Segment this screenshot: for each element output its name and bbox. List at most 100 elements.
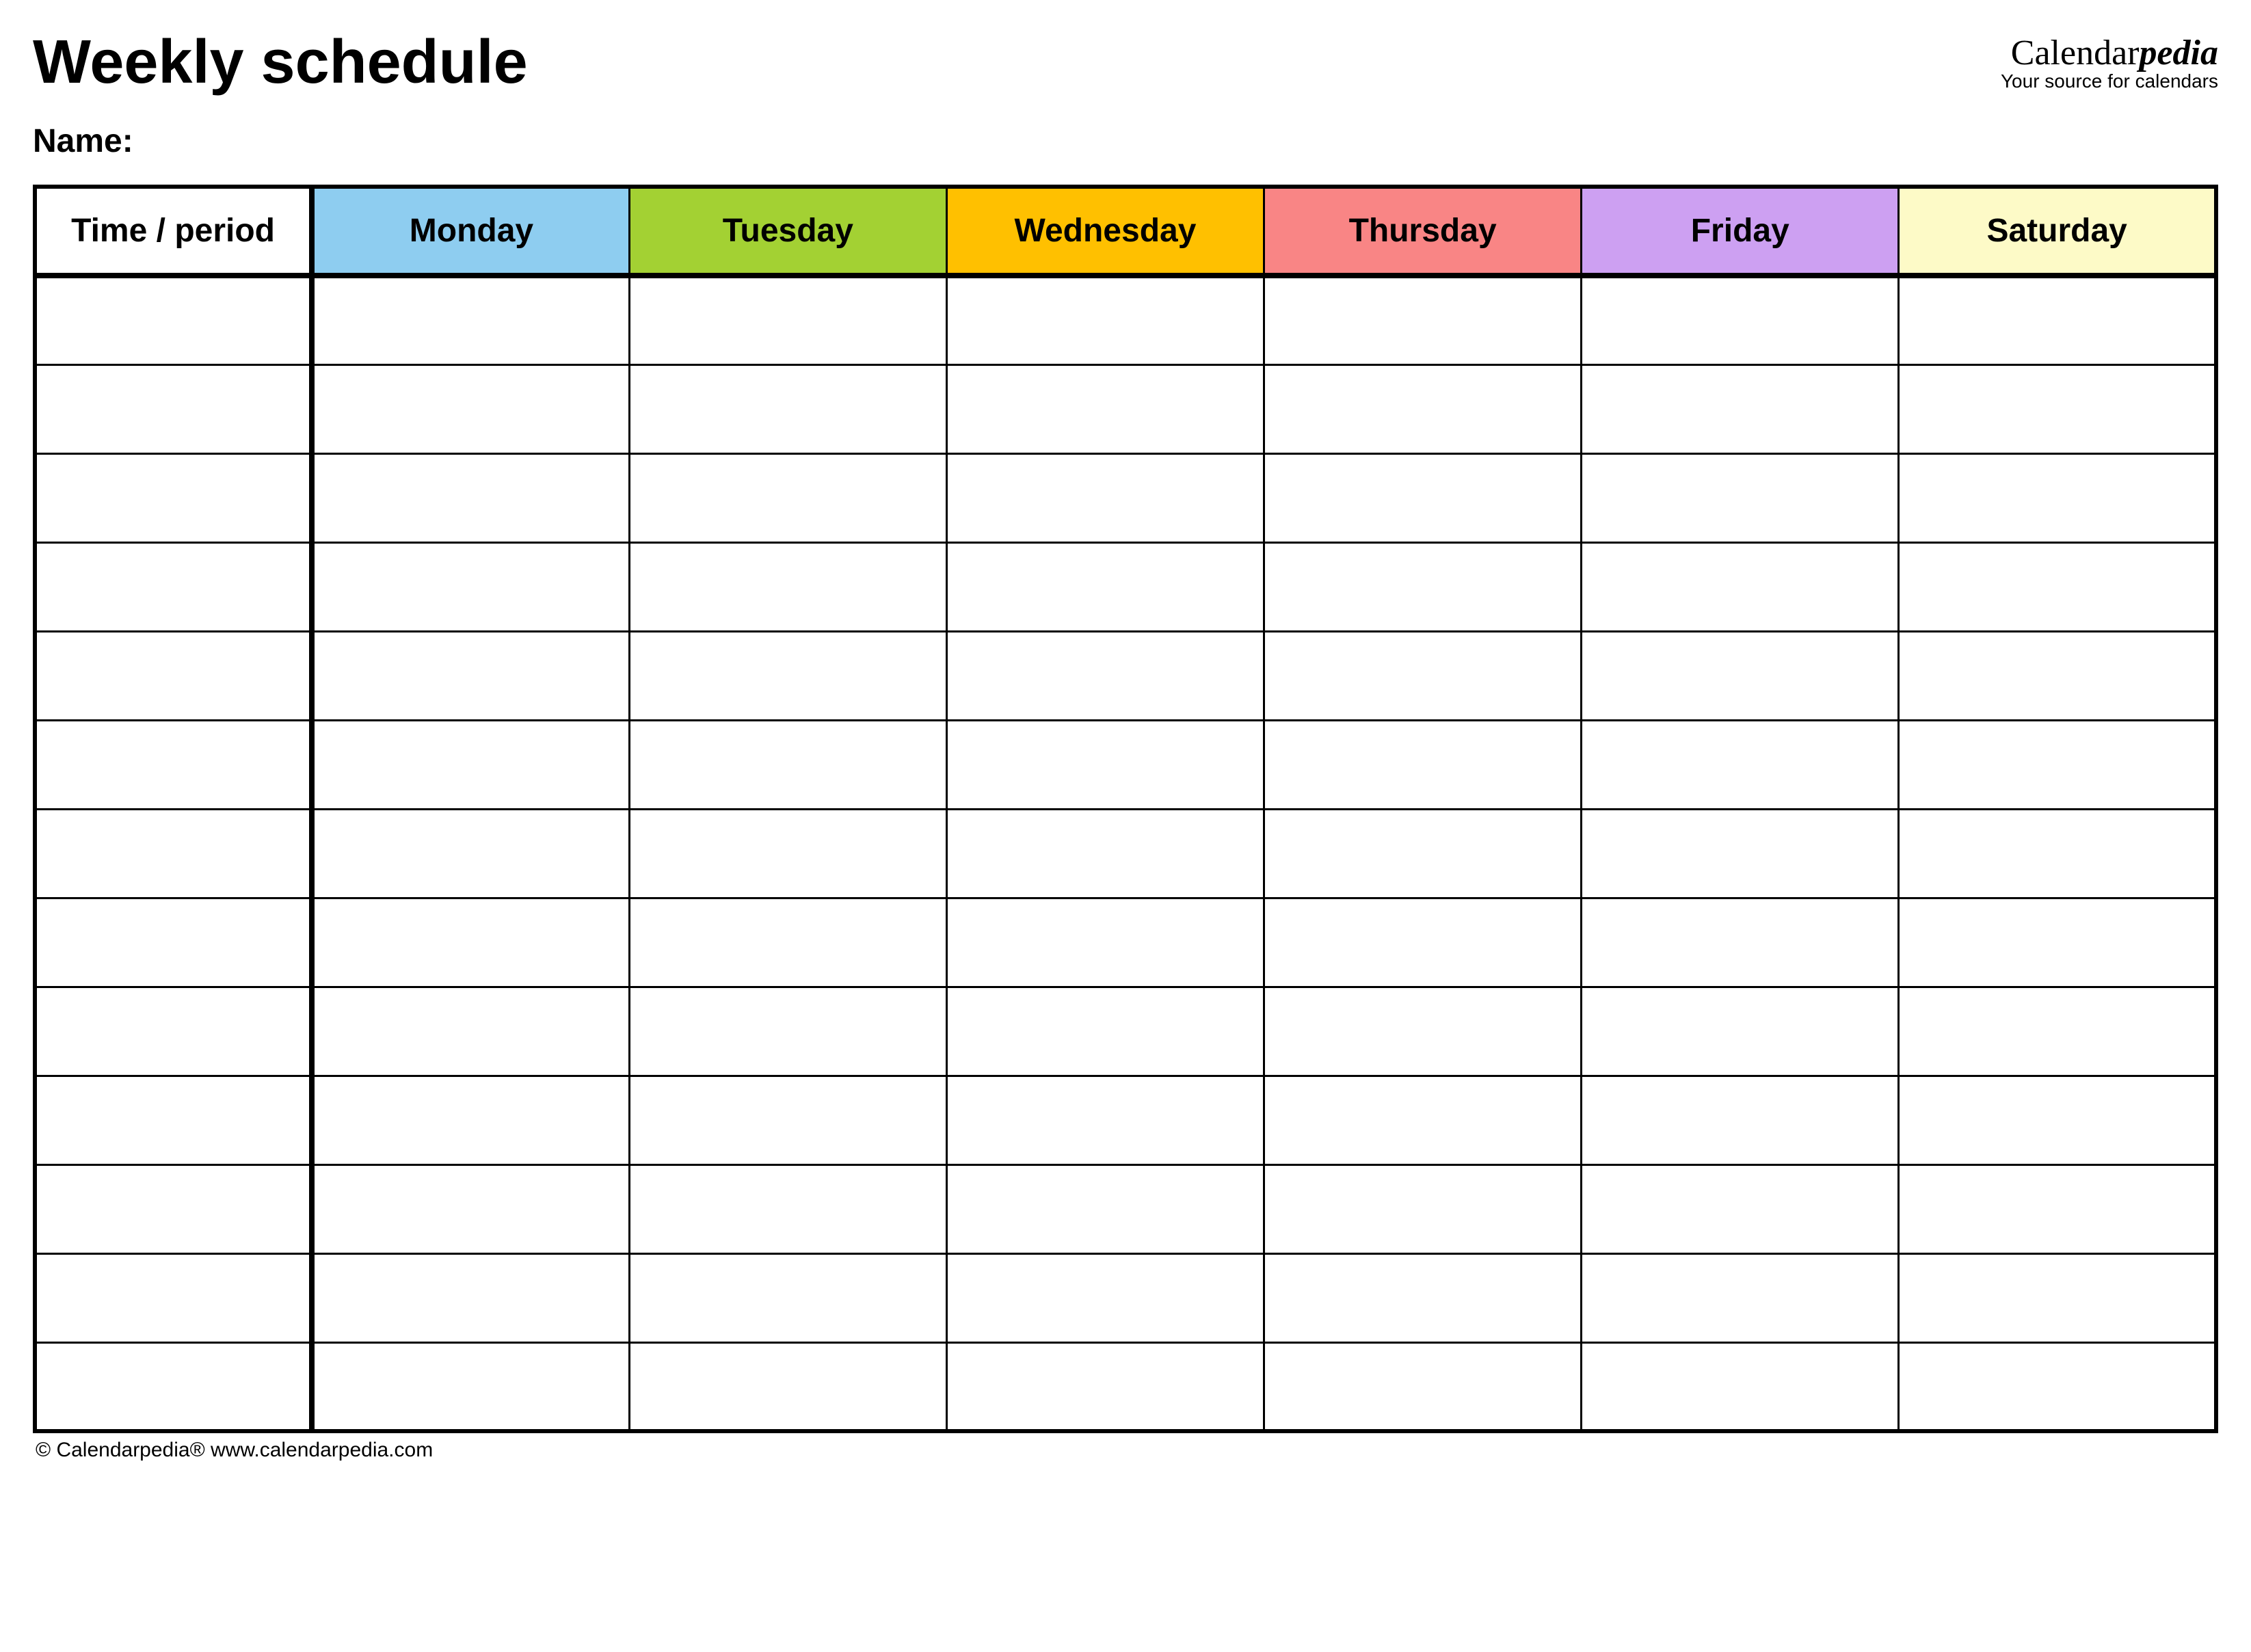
time-cell[interactable] bbox=[35, 720, 312, 809]
schedule-cell[interactable] bbox=[312, 453, 629, 542]
schedule-cell[interactable] bbox=[946, 1076, 1264, 1164]
schedule-cell[interactable] bbox=[629, 809, 946, 898]
time-cell[interactable] bbox=[35, 809, 312, 898]
time-cell[interactable] bbox=[35, 364, 312, 453]
schedule-cell[interactable] bbox=[312, 542, 629, 631]
schedule-cell[interactable] bbox=[1899, 1342, 2216, 1431]
schedule-cell[interactable] bbox=[946, 720, 1264, 809]
schedule-cell[interactable] bbox=[1899, 1164, 2216, 1253]
schedule-cell[interactable] bbox=[312, 809, 629, 898]
schedule-cell[interactable] bbox=[629, 542, 946, 631]
schedule-cell[interactable] bbox=[312, 987, 629, 1076]
table-row bbox=[35, 1076, 2216, 1164]
schedule-cell[interactable] bbox=[629, 898, 946, 987]
schedule-cell[interactable] bbox=[1264, 987, 1582, 1076]
time-cell[interactable] bbox=[35, 1342, 312, 1431]
schedule-cell[interactable] bbox=[1582, 364, 1899, 453]
time-cell[interactable] bbox=[35, 1164, 312, 1253]
schedule-cell[interactable] bbox=[946, 276, 1264, 364]
table-row bbox=[35, 1253, 2216, 1342]
schedule-cell[interactable] bbox=[629, 631, 946, 720]
time-cell[interactable] bbox=[35, 542, 312, 631]
schedule-cell[interactable] bbox=[312, 276, 629, 364]
schedule-cell[interactable] bbox=[1264, 364, 1582, 453]
schedule-cell[interactable] bbox=[1264, 1342, 1582, 1431]
schedule-cell[interactable] bbox=[629, 1342, 946, 1431]
schedule-cell[interactable] bbox=[1264, 1253, 1582, 1342]
schedule-cell[interactable] bbox=[1899, 809, 2216, 898]
schedule-cell[interactable] bbox=[629, 1076, 946, 1164]
time-cell[interactable] bbox=[35, 453, 312, 542]
page-title: Weekly schedule bbox=[33, 27, 528, 98]
schedule-cell[interactable] bbox=[1582, 276, 1899, 364]
table-row bbox=[35, 898, 2216, 987]
schedule-cell[interactable] bbox=[312, 898, 629, 987]
schedule-cell[interactable] bbox=[312, 1076, 629, 1164]
schedule-cell[interactable] bbox=[946, 631, 1264, 720]
schedule-cell[interactable] bbox=[1582, 453, 1899, 542]
schedule-cell[interactable] bbox=[1899, 987, 2216, 1076]
time-cell[interactable] bbox=[35, 898, 312, 987]
schedule-cell[interactable] bbox=[946, 987, 1264, 1076]
time-cell[interactable] bbox=[35, 1076, 312, 1164]
schedule-cell[interactable] bbox=[1582, 1342, 1899, 1431]
schedule-cell[interactable] bbox=[946, 542, 1264, 631]
schedule-cell[interactable] bbox=[1582, 809, 1899, 898]
schedule-cell[interactable] bbox=[629, 1253, 946, 1342]
schedule-cell[interactable] bbox=[1899, 453, 2216, 542]
schedule-cell[interactable] bbox=[946, 1253, 1264, 1342]
time-cell[interactable] bbox=[35, 987, 312, 1076]
schedule-cell[interactable] bbox=[1899, 631, 2216, 720]
schedule-cell[interactable] bbox=[1264, 542, 1582, 631]
schedule-cell[interactable] bbox=[946, 898, 1264, 987]
brand-tagline: Your source for calendars bbox=[2001, 70, 2218, 92]
schedule-cell[interactable] bbox=[312, 631, 629, 720]
header: Weekly schedule Calendarpedia Your sourc… bbox=[33, 27, 2218, 98]
brand-block: Calendarpedia Your source for calendars bbox=[2001, 33, 2218, 92]
schedule-cell[interactable] bbox=[629, 276, 946, 364]
schedule-cell[interactable] bbox=[946, 364, 1264, 453]
schedule-cell[interactable] bbox=[1582, 1164, 1899, 1253]
schedule-cell[interactable] bbox=[1582, 631, 1899, 720]
schedule-cell[interactable] bbox=[1582, 898, 1899, 987]
schedule-cell[interactable] bbox=[1264, 1076, 1582, 1164]
schedule-cell[interactable] bbox=[629, 1164, 946, 1253]
schedule-cell[interactable] bbox=[312, 1164, 629, 1253]
schedule-cell[interactable] bbox=[1264, 453, 1582, 542]
schedule-cell[interactable] bbox=[629, 453, 946, 542]
schedule-cell[interactable] bbox=[946, 809, 1264, 898]
schedule-cell[interactable] bbox=[1264, 631, 1582, 720]
schedule-cell[interactable] bbox=[1264, 809, 1582, 898]
schedule-cell[interactable] bbox=[1264, 898, 1582, 987]
schedule-cell[interactable] bbox=[1264, 276, 1582, 364]
schedule-cell[interactable] bbox=[629, 720, 946, 809]
schedule-cell[interactable] bbox=[312, 720, 629, 809]
schedule-cell[interactable] bbox=[312, 364, 629, 453]
schedule-cell[interactable] bbox=[1582, 542, 1899, 631]
time-cell[interactable] bbox=[35, 631, 312, 720]
schedule-cell[interactable] bbox=[1582, 987, 1899, 1076]
schedule-cell[interactable] bbox=[1264, 1164, 1582, 1253]
schedule-cell[interactable] bbox=[1899, 720, 2216, 809]
schedule-cell[interactable] bbox=[1582, 720, 1899, 809]
schedule-cell[interactable] bbox=[1899, 276, 2216, 364]
schedule-cell[interactable] bbox=[312, 1342, 629, 1431]
schedule-cell[interactable] bbox=[1899, 1076, 2216, 1164]
schedule-cell[interactable] bbox=[1582, 1253, 1899, 1342]
schedule-cell[interactable] bbox=[629, 987, 946, 1076]
schedule-cell[interactable] bbox=[1899, 898, 2216, 987]
time-cell[interactable] bbox=[35, 276, 312, 364]
schedule-cell[interactable] bbox=[1899, 364, 2216, 453]
schedule-cell[interactable] bbox=[1899, 1253, 2216, 1342]
schedule-cell[interactable] bbox=[946, 453, 1264, 542]
schedule-cell[interactable] bbox=[629, 364, 946, 453]
schedule-cell[interactable] bbox=[312, 1253, 629, 1342]
schedule-cell[interactable] bbox=[1582, 1076, 1899, 1164]
schedule-cell[interactable] bbox=[1899, 542, 2216, 631]
schedule-cell[interactable] bbox=[946, 1342, 1264, 1431]
time-cell[interactable] bbox=[35, 1253, 312, 1342]
brand-part2: pedia bbox=[2139, 34, 2218, 72]
footer-text: © Calendarpedia® www.calendarpedia.com bbox=[33, 1439, 2218, 1462]
schedule-cell[interactable] bbox=[946, 1164, 1264, 1253]
schedule-cell[interactable] bbox=[1264, 720, 1582, 809]
